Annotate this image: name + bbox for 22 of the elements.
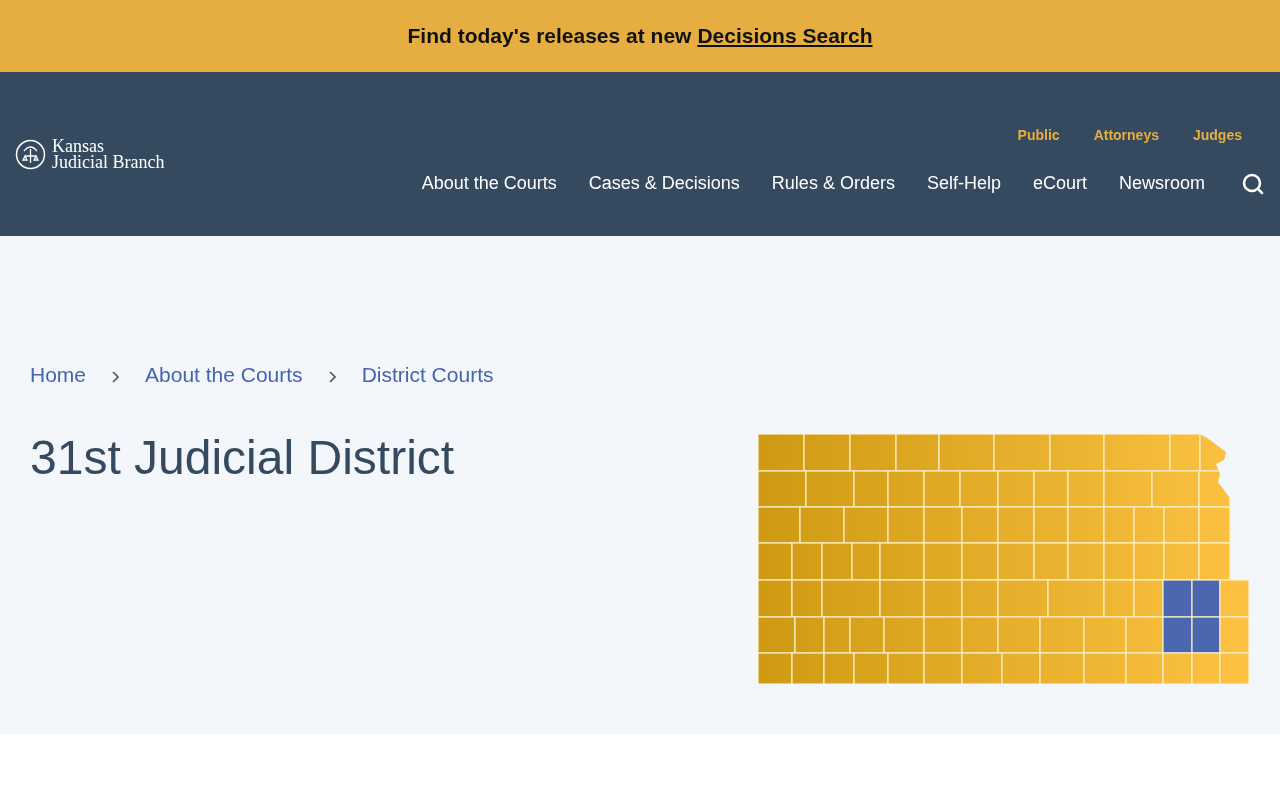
chevron-icon: [328, 370, 336, 383]
logo-text: Kansas: [52, 138, 104, 154]
audience-link[interactable]: Judges: [1193, 125, 1242, 146]
logo[interactable]: Kansas Judicial Branch: [15, 138, 165, 170]
nav-link[interactable]: Newsroom: [1118, 170, 1205, 197]
nav-link[interactable]: About the Courts: [421, 170, 557, 197]
logo-text: Judicial Branch: [52, 154, 165, 170]
page-title: 31st Judicial District: [30, 429, 455, 486]
chevron-icon: [112, 370, 120, 383]
seal-icon: [15, 138, 46, 170]
nav-link[interactable]: eCourt: [1032, 170, 1087, 197]
banner-text: Find today's releases at new: [407, 23, 692, 50]
nav-link[interactable]: Cases & Decisions: [588, 170, 740, 197]
search-icon[interactable]: [1241, 171, 1265, 196]
nav-link[interactable]: Self-Help: [926, 170, 1001, 197]
breadcrumb-link[interactable]: Home: [30, 359, 87, 391]
decisions-search-link[interactable]: Decisions Search: [697, 20, 873, 52]
audience-link[interactable]: Attorneys: [1093, 125, 1159, 146]
nav-link[interactable]: Rules & Orders: [771, 170, 895, 197]
audience-link[interactable]: Public: [1017, 125, 1060, 146]
breadcrumb-link[interactable]: District Courts: [361, 359, 494, 391]
breadcrumb-link[interactable]: About the Courts: [145, 359, 303, 391]
